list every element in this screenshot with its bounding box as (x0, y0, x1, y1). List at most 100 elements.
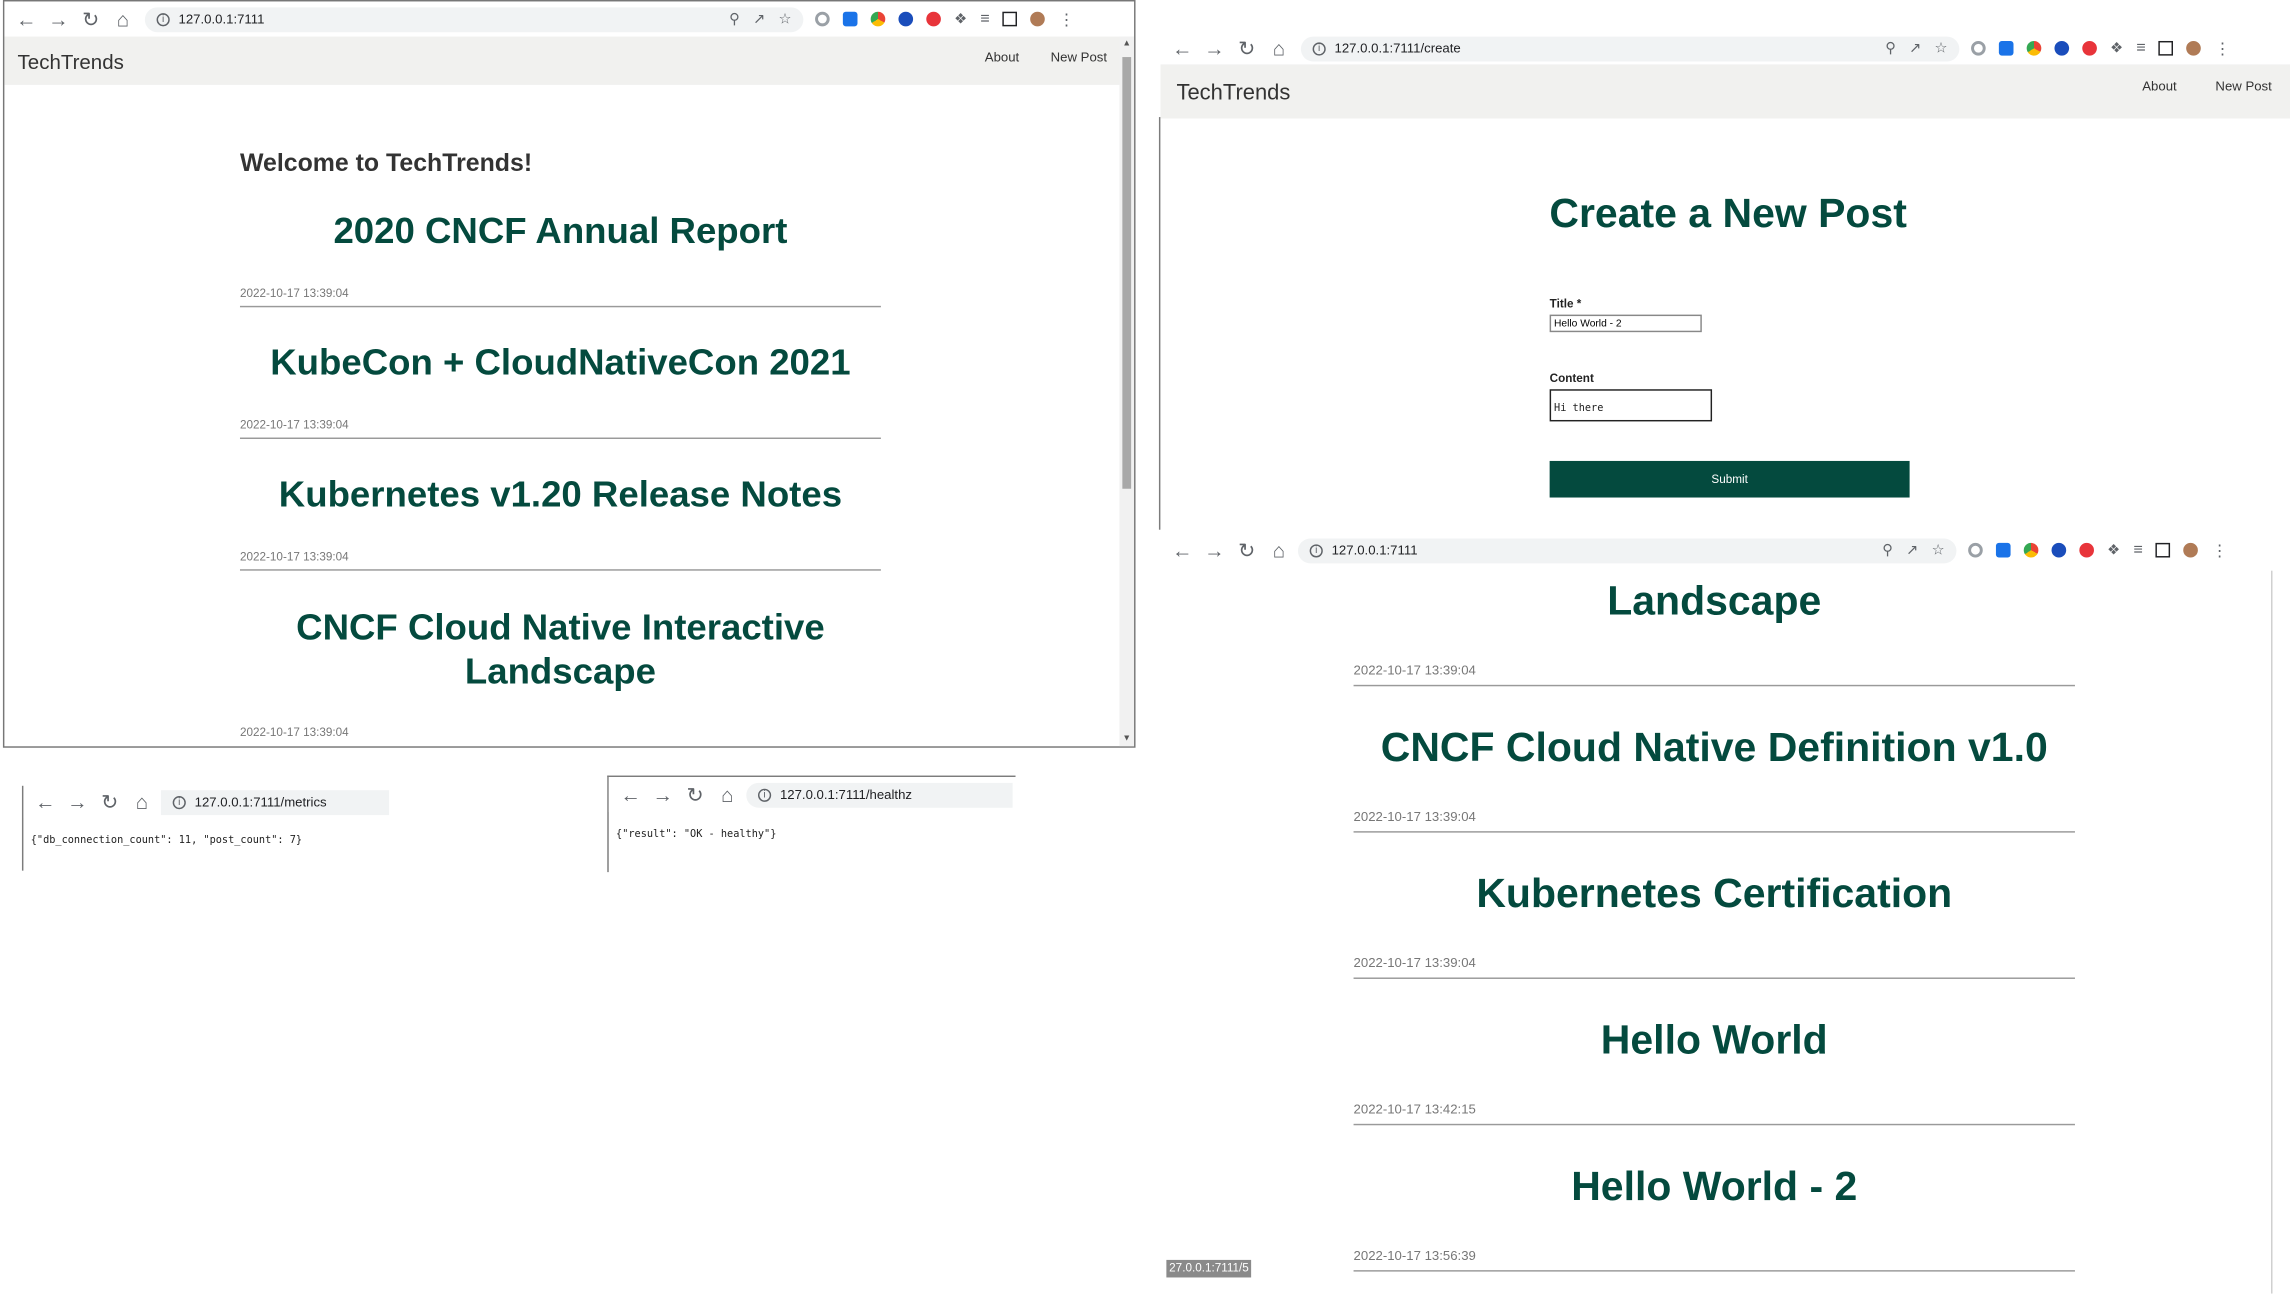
home-icon[interactable]: ⌂ (126, 786, 158, 818)
sidebar-icon[interactable] (2158, 40, 2174, 56)
info-icon[interactable]: i (757, 787, 772, 802)
new-post-link[interactable]: New Post (2215, 79, 2271, 94)
post-date: 2022-10-17 13:56:39 (1353, 1248, 1476, 1263)
reading-list-icon[interactable]: ≡ (2136, 40, 2145, 58)
zoom-icon[interactable]: ⚲ (729, 11, 740, 27)
menu-icon[interactable]: ⋮ (2212, 541, 2228, 560)
post-title-link[interactable]: CNCF Cloud Native Definition v1.0 (1354, 724, 2075, 771)
window-edge (2271, 570, 2273, 1294)
back-icon[interactable]: ← (29, 786, 61, 818)
brand-link[interactable]: TechTrends (18, 50, 124, 73)
chevron-up-icon[interactable]: ▲ (1122, 40, 1131, 49)
profile-avatar[interactable] (2186, 40, 2202, 56)
sidebar-icon[interactable] (1002, 11, 1018, 27)
star-icon[interactable]: ☆ (1932, 542, 1945, 558)
forward-icon[interactable]: → (1198, 32, 1230, 64)
zoom-icon[interactable]: ⚲ (1885, 40, 1896, 56)
back-icon[interactable]: ← (1166, 534, 1198, 566)
title-input[interactable] (1549, 314, 1702, 333)
puzzle-icon[interactable]: ❖ (2110, 40, 2123, 56)
forward-icon[interactable]: → (61, 786, 93, 818)
post-title-link[interactable]: Kubernetes v1.20 Release Notes (240, 474, 881, 516)
extension-icon[interactable] (2026, 40, 2042, 56)
address-bar[interactable]: i 127.0.0.1:7111/create ⚲ ↗ ☆ (1300, 35, 1960, 61)
extension-icon[interactable] (1998, 40, 2014, 56)
share-icon[interactable]: ↗ (1909, 40, 1921, 56)
post-title-link[interactable]: Hello World (1354, 1017, 2075, 1064)
puzzle-icon[interactable]: ❖ (2107, 542, 2120, 558)
post-title-link[interactable]: Hello World - 2 (1354, 1163, 2075, 1210)
new-post-link[interactable]: New Post (1051, 50, 1107, 65)
info-icon[interactable]: i (172, 795, 186, 809)
share-icon[interactable]: ↗ (1906, 542, 1918, 558)
star-icon[interactable]: ☆ (1935, 40, 1948, 56)
extension-icon[interactable] (2082, 40, 2097, 56)
extension-icon[interactable] (2023, 542, 2039, 558)
extension-icon[interactable] (2079, 542, 2094, 558)
forward-icon[interactable]: → (42, 3, 74, 35)
address-bar[interactable]: i 127.0.0.1:7111 ⚲ ↗ ☆ (144, 6, 804, 32)
forward-icon[interactable]: → (647, 778, 679, 810)
home-icon[interactable]: ⌂ (1263, 534, 1295, 566)
brand-link[interactable]: TechTrends (1176, 80, 1290, 105)
reading-list-icon[interactable]: ≡ (980, 10, 989, 28)
post-divider (239, 437, 881, 439)
post-divider (1353, 831, 2075, 833)
content-textarea[interactable]: Hi there (1549, 389, 1713, 422)
reload-icon[interactable]: ↻ (679, 778, 711, 810)
menu-icon[interactable]: ⋮ (2215, 39, 2231, 58)
profile-avatar[interactable] (1030, 11, 1046, 27)
post-date: 2022-10-17 13:39:04 (1353, 955, 1476, 971)
reload-icon[interactable]: ↻ (1231, 32, 1263, 64)
chevron-down-icon[interactable]: ▼ (1122, 735, 1131, 744)
address-bar[interactable]: i 127.0.0.1:7111 ⚲ ↗ ☆ (1297, 537, 1957, 563)
profile-avatar[interactable] (2183, 542, 2199, 558)
address-bar[interactable]: i 127.0.0.1:7111/metrics (160, 789, 390, 815)
back-icon[interactable]: ← (1166, 32, 1198, 64)
extension-icon[interactable] (2054, 40, 2070, 56)
menu-icon[interactable]: ⋮ (1059, 10, 1075, 29)
share-icon[interactable]: ↗ (753, 11, 765, 27)
post-title-link[interactable]: Kubernetes Certification (1354, 871, 2075, 918)
home-icon[interactable]: ⌂ (1263, 32, 1295, 64)
about-link[interactable]: About (985, 50, 1019, 65)
extension-icon[interactable] (842, 11, 858, 27)
extension-icon[interactable] (1971, 40, 1986, 56)
extension-icon[interactable] (870, 11, 886, 27)
home-icon[interactable]: ⌂ (107, 3, 139, 35)
back-icon[interactable]: ← (10, 3, 42, 35)
info-icon[interactable]: i (1309, 543, 1323, 557)
page-title: Create a New Post (1549, 190, 1907, 236)
extension-icon[interactable] (1968, 542, 1983, 558)
star-icon[interactable]: ☆ (779, 11, 792, 27)
forward-icon[interactable]: → (1198, 534, 1230, 566)
extension-icon[interactable] (815, 11, 830, 27)
post-title-link[interactable]: CNCF Cloud Native Interactive Landscape (240, 606, 881, 694)
reading-list-icon[interactable]: ≡ (2133, 541, 2142, 559)
extension-icon[interactable] (898, 11, 914, 27)
post-title-link[interactable]: 2020 CNCF Annual Report (240, 211, 881, 253)
browser-toolbar: ← → ↻ ⌂ i 127.0.0.1:7111/create ⚲ ↗ ☆ ❖ (1160, 32, 2290, 65)
zoom-icon[interactable]: ⚲ (1882, 542, 1893, 558)
about-link[interactable]: About (2142, 79, 2176, 94)
reload-icon[interactable]: ↻ (94, 786, 126, 818)
reload-icon[interactable]: ↻ (1231, 534, 1263, 566)
submit-button[interactable]: Submit (1549, 460, 1910, 498)
extension-icon[interactable] (926, 11, 941, 27)
back-icon[interactable]: ← (615, 778, 647, 810)
info-icon[interactable]: i (156, 12, 170, 26)
info-icon[interactable]: i (1312, 41, 1326, 55)
post-title-link[interactable]: KubeCon + CloudNativeCon 2021 (240, 342, 881, 384)
url-text: 127.0.0.1:7111 (1331, 542, 1418, 558)
reload-icon[interactable]: ↻ (75, 3, 107, 35)
post-title-link[interactable]: Landscape (1354, 578, 2075, 625)
extension-icon[interactable] (2051, 542, 2067, 558)
address-bar[interactable]: i 127.0.0.1:7111/healthz (746, 782, 1013, 808)
extension-icon[interactable] (1995, 542, 2011, 558)
scrollbar[interactable]: ▲ ▼ (1119, 36, 1135, 747)
home-icon[interactable]: ⌂ (711, 778, 743, 810)
sidebar-icon[interactable] (2156, 542, 2171, 558)
puzzle-icon[interactable]: ❖ (954, 11, 967, 27)
scrollbar-thumb[interactable] (1122, 57, 1132, 489)
browser-window-healthz: ← → ↻ ⌂ i 127.0.0.1:7111/healthz {"resul… (607, 775, 1016, 873)
